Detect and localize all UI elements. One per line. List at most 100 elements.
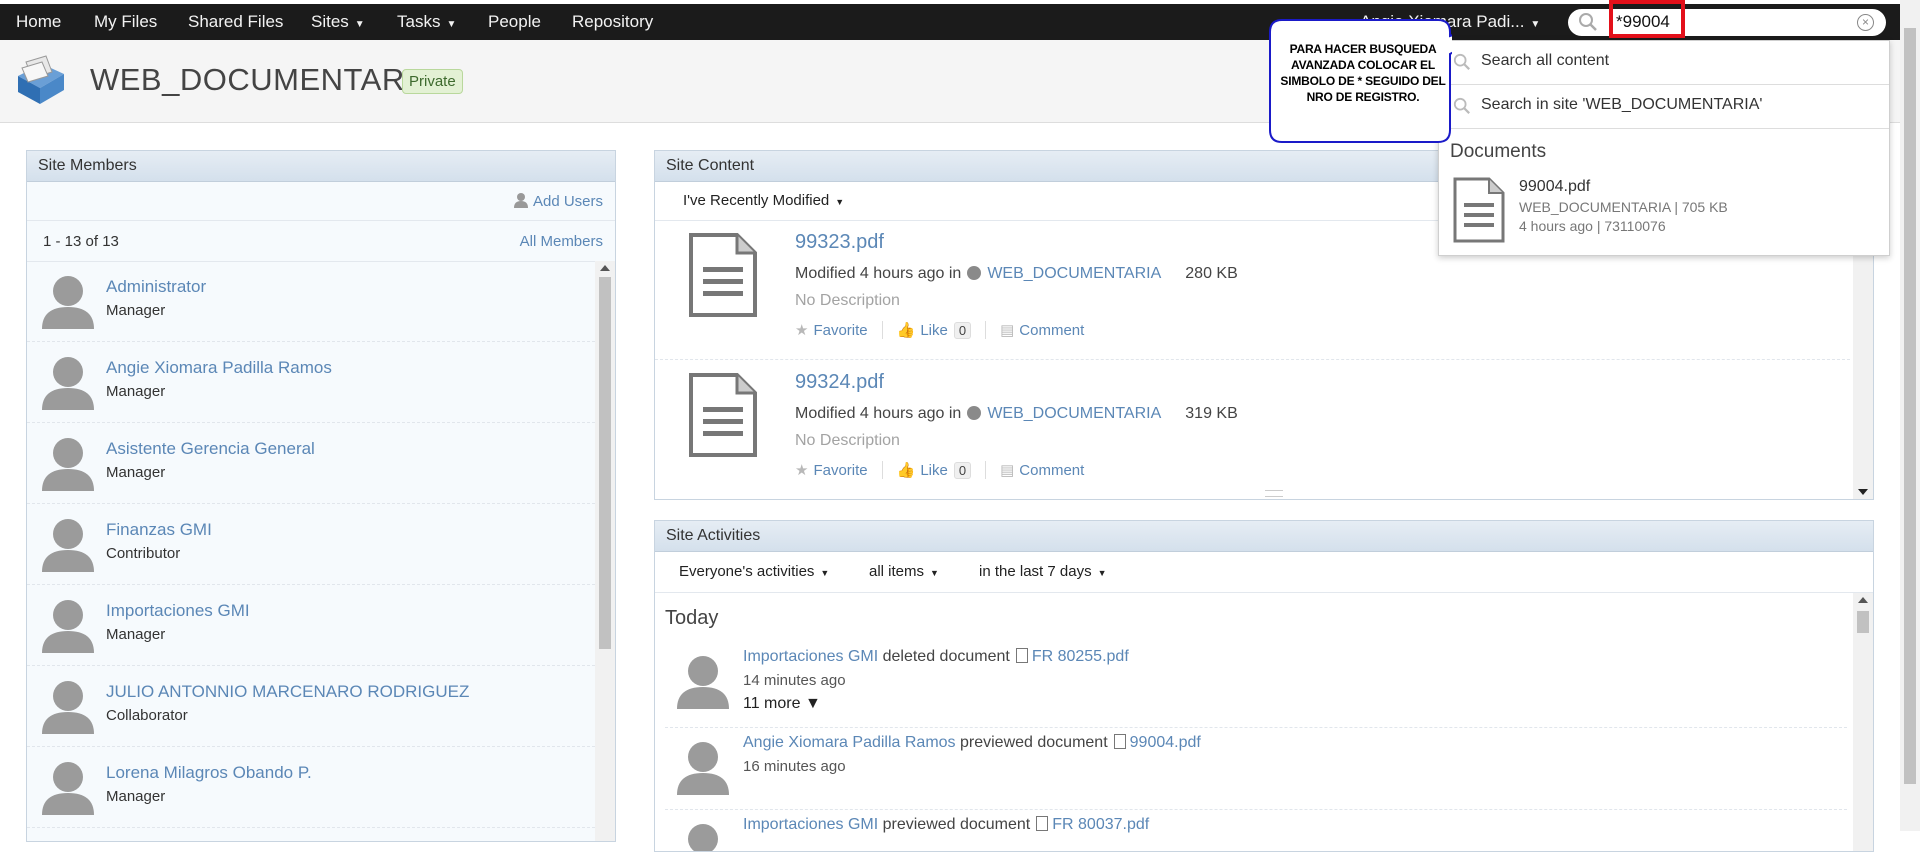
document-description: No Description <box>795 292 900 309</box>
like-link[interactable]: Like <box>920 322 948 339</box>
activity-user-link[interactable]: Importaciones GMI <box>743 648 878 665</box>
like-count: 0 <box>953 462 972 479</box>
document-site-link[interactable]: WEB_DOCUMENTARIA <box>987 405 1161 422</box>
member-role: Manager <box>106 788 166 805</box>
pdf-document-icon[interactable] <box>1451 177 1507 243</box>
member-name[interactable]: Angie Xiomara Padilla Ramos <box>106 358 332 378</box>
member-name[interactable]: Administrator <box>106 277 206 297</box>
activities-who-label: Everyone's activities <box>679 563 815 580</box>
member-role: Manager <box>106 464 166 481</box>
scroll-down-icon[interactable] <box>1858 489 1868 495</box>
nav-my-files[interactable]: My Files <box>94 4 157 40</box>
search-in-site-option[interactable]: Search in site 'WEB_DOCUMENTARIA' <box>1439 85 1889 129</box>
user-icon <box>513 193 528 208</box>
nav-shared-files[interactable]: Shared Files <box>188 4 283 40</box>
search-icon <box>1453 53 1470 70</box>
activities-today-heading: Today <box>665 607 719 629</box>
avatar-icon[interactable] <box>42 597 94 653</box>
member-name[interactable]: JULIO ANTONNIO MARCENARO RODRIGUEZ <box>106 682 469 702</box>
activity-file-link[interactable]: 99004.pdf <box>1130 734 1201 751</box>
avatar-icon[interactable] <box>42 759 94 815</box>
search-all-content-label: Search all content <box>1481 52 1610 69</box>
comment-link[interactable]: Comment <box>1019 462 1084 479</box>
caret-down-icon: ▼ <box>820 568 830 578</box>
search-all-content-option[interactable]: Search all content <box>1439 41 1889 85</box>
comment-icon: ▤ <box>1000 322 1015 339</box>
member-name[interactable]: Importaciones GMI <box>106 601 250 621</box>
avatar-icon[interactable] <box>42 435 94 491</box>
add-users-link[interactable]: Add Users <box>513 192 603 210</box>
all-members-link[interactable]: All Members <box>520 233 603 250</box>
member-name[interactable]: Lorena Milagros Obando P. <box>106 763 312 783</box>
avatar-icon[interactable] <box>677 821 729 851</box>
document-actions: ★ Favorite 👍 Like 0 ▤ Comment <box>795 321 1098 339</box>
scrollbar-thumb[interactable] <box>1904 28 1916 784</box>
caret-down-icon: ▼ <box>930 568 939 578</box>
member-role: Manager <box>106 383 166 400</box>
search-result-site-size: WEB_DOCUMENTARIA | 705 KB <box>1519 199 1728 215</box>
members-toolbar: Add Users <box>27 182 615 221</box>
activity-more-toggle[interactable]: 11 more ▼ <box>743 695 821 713</box>
favorite-link[interactable]: Favorite <box>813 462 867 479</box>
activity-time: 14 minutes ago <box>743 672 846 689</box>
activity-text: Angie Xiomara Padilla Ramos previewed do… <box>743 734 1201 752</box>
member-role: Manager <box>106 626 166 643</box>
nav-repository[interactable]: Repository <box>572 4 653 40</box>
member-role: Collaborator <box>106 707 188 724</box>
comment-link[interactable]: Comment <box>1019 322 1084 339</box>
scroll-up-icon[interactable] <box>1858 597 1868 603</box>
avatar-icon[interactable] <box>42 516 94 572</box>
activity-text: Importaciones GMI previewed document FR 8… <box>743 816 1149 834</box>
activity-user-link[interactable]: Importaciones GMI <box>743 816 878 833</box>
document-description: No Description <box>795 432 900 449</box>
activities-range-dropdown[interactable]: in the last 7 days ▼ <box>979 563 1107 580</box>
like-link[interactable]: Like <box>920 462 948 479</box>
nav-home[interactable]: Home <box>16 4 61 40</box>
member-list: Administrator Manager Angie Xiomara Padill… <box>27 261 595 828</box>
favorite-link[interactable]: Favorite <box>813 322 867 339</box>
document-name[interactable]: 99324.pdf <box>795 371 884 394</box>
resize-grip-icon[interactable] <box>1265 490 1283 497</box>
activity-item: Importaciones GMI deleted document FR 802… <box>665 643 1847 728</box>
activities-filterbar: Everyone's activities ▼ all items ▼ in the… <box>655 552 1873 593</box>
activity-file-link[interactable]: FR 80255.pdf <box>1032 648 1129 665</box>
site-logo-icon <box>18 55 64 104</box>
nav-people[interactable]: People <box>488 4 541 40</box>
member-name[interactable]: Finanzas GMI <box>106 520 212 540</box>
document-site-link[interactable]: WEB_DOCUMENTARIA <box>987 265 1161 282</box>
pdf-document-icon[interactable] <box>687 233 759 317</box>
content-scrollbar[interactable] <box>1853 219 1873 499</box>
activities-who-dropdown[interactable]: Everyone's activities ▼ <box>679 563 829 580</box>
activity-item: Importaciones GMI previewed document FR 8… <box>665 811 1847 851</box>
member-name[interactable]: Asistente Gerencia General <box>106 439 315 459</box>
activity-user-link[interactable]: Angie Xiomara Padilla Ramos <box>743 734 956 751</box>
document-name[interactable]: 99323.pdf <box>795 231 884 254</box>
page-scrollbar[interactable] <box>1900 0 1920 831</box>
pdf-document-icon[interactable] <box>687 373 759 457</box>
activities-items-label: all items <box>869 563 925 580</box>
scroll-up-icon[interactable] <box>600 265 610 271</box>
avatar-icon[interactable] <box>677 653 729 709</box>
divider <box>985 321 987 339</box>
caret-down-icon: ▼ <box>446 19 457 30</box>
avatar-icon[interactable] <box>677 739 729 795</box>
scrollbar-thumb[interactable] <box>599 277 611 649</box>
search-result-name[interactable]: 99004.pdf <box>1519 178 1590 196</box>
activities-range-label: in the last 7 days <box>979 563 1092 580</box>
site-title: WEB_DOCUMENTARIA <box>90 62 436 97</box>
avatar-icon[interactable] <box>42 354 94 410</box>
activities-scrollbar[interactable] <box>1853 593 1873 851</box>
activity-action: previewed document <box>960 734 1108 751</box>
document-modified: Modified 4 hours ago in <box>795 265 962 282</box>
content-filter-dropdown[interactable]: I've Recently Modified ▼ <box>683 192 844 209</box>
nav-sites[interactable]: Sites ▼ <box>311 4 365 40</box>
nav-tasks[interactable]: Tasks ▼ <box>397 4 456 40</box>
file-icon <box>1015 648 1028 663</box>
activities-items-dropdown[interactable]: all items ▼ <box>869 563 939 580</box>
members-scrollbar[interactable] <box>595 261 615 841</box>
avatar-icon[interactable] <box>42 678 94 734</box>
clear-search-icon[interactable]: × <box>1857 14 1874 31</box>
scrollbar-thumb[interactable] <box>1857 611 1869 633</box>
activity-file-link[interactable]: FR 80037.pdf <box>1052 816 1149 833</box>
avatar-icon[interactable] <box>42 273 94 329</box>
